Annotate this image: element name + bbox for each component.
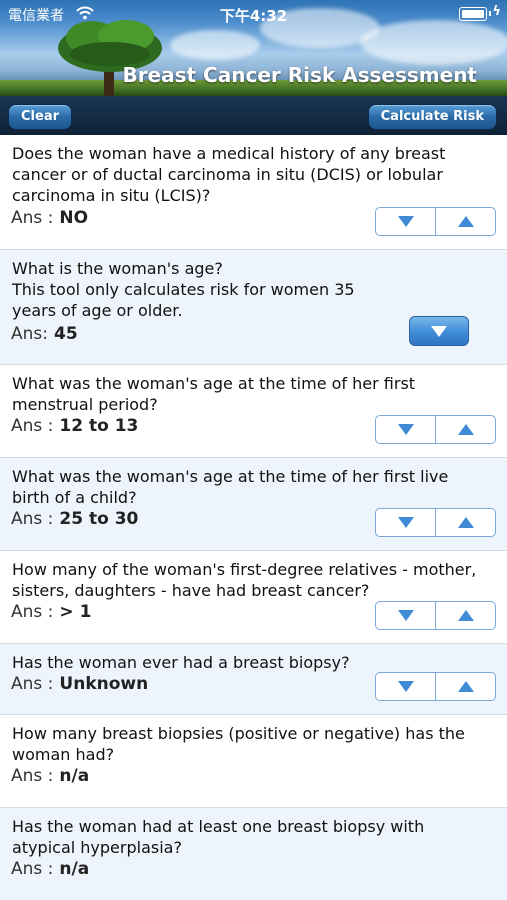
answer-label: Ans :: [11, 509, 54, 529]
answer-label: Ans:: [11, 324, 48, 344]
clear-button[interactable]: Clear: [8, 104, 72, 130]
triangle-down-icon: [431, 325, 447, 337]
question-text: What was the woman's age at the time of …: [12, 467, 449, 507]
increment-button[interactable]: [435, 509, 495, 536]
status-time: 下午4:32: [219, 7, 288, 25]
answer: Ans : > 1: [11, 602, 91, 622]
question-row-relatives: How many of the woman's first-degree rel…: [0, 551, 507, 644]
answer: Ans : n/a: [11, 766, 89, 786]
decrement-button[interactable]: [376, 602, 435, 629]
answer-label: Ans :: [11, 859, 54, 879]
increment-button[interactable]: [435, 673, 495, 700]
app-title: Breast Cancer Risk Assessment: [122, 63, 477, 87]
battery-tip: [489, 11, 491, 16]
triangle-down-icon: [397, 517, 414, 528]
answer-value: 45: [54, 324, 78, 344]
answer-value: 25 to 30: [59, 509, 139, 529]
triangle-down-icon: [397, 216, 414, 227]
decrement-button[interactable]: [376, 509, 435, 536]
decrement-button[interactable]: [376, 673, 435, 700]
answer-value: > 1: [59, 602, 92, 622]
question-text: How many of the woman's first-degree rel…: [12, 560, 477, 600]
answer-label: Ans :: [11, 416, 54, 436]
answer-value: n/a: [59, 766, 90, 786]
answer-stepper: [375, 601, 496, 630]
answer-stepper: [375, 207, 496, 236]
sky-cloud: [170, 30, 260, 60]
status-bar: 電信業者 下午4:32 ϟ: [0, 0, 507, 28]
answer-stepper: [375, 672, 496, 701]
answer: Ans : n/a: [11, 859, 89, 879]
charging-icon: ϟ: [492, 4, 501, 19]
increment-button[interactable]: [435, 602, 495, 629]
question-text: How many breast biopsies (positive or ne…: [12, 724, 465, 764]
answer-stepper: [375, 508, 496, 537]
question-row-biopsy-count: How many breast biopsies (positive or ne…: [0, 715, 507, 808]
question-text: Has the woman had at least one breast bi…: [12, 817, 425, 857]
question-text: What was the woman's age at the time of …: [12, 374, 416, 414]
calculate-risk-button[interactable]: Calculate Risk: [367, 104, 497, 130]
answer-value: n/a: [59, 859, 90, 879]
question-row-age: What is the woman's age? This tool only …: [0, 250, 507, 365]
decrement-button[interactable]: [376, 208, 435, 235]
answer-label: Ans :: [11, 602, 54, 622]
question-row-atypical-hyperplasia: Has the woman had at least one breast bi…: [0, 808, 507, 900]
answer-label: Ans :: [11, 674, 54, 694]
question-row-first-birth: What was the woman's age at the time of …: [0, 458, 507, 551]
answer: Ans :12 to 13: [11, 416, 138, 436]
increment-button[interactable]: [435, 416, 495, 443]
answer-value: Unknown: [59, 674, 149, 694]
app-header: 電信業者 下午4:32 ϟ Breast Cancer Risk Assessm…: [0, 0, 507, 135]
answer-value: 12 to 13: [59, 416, 139, 436]
increment-button[interactable]: [435, 208, 495, 235]
triangle-down-icon: [397, 424, 414, 435]
battery-icon: [459, 7, 487, 21]
triangle-up-icon: [457, 681, 474, 692]
triangle-down-icon: [397, 610, 414, 621]
triangle-up-icon: [457, 424, 474, 435]
triangle-down-icon: [397, 681, 414, 692]
triangle-up-icon: [457, 610, 474, 621]
triangle-up-icon: [457, 216, 474, 227]
answer-value: NO: [59, 208, 89, 228]
answer-stepper: [375, 415, 496, 444]
question-row-history: Does the woman have a medical history of…: [0, 135, 507, 250]
answer: Ans : NO: [11, 208, 88, 228]
answer: Ans: 45: [11, 324, 78, 344]
answer: Ans : Unknown: [11, 674, 148, 694]
age-picker-button[interactable]: [409, 316, 469, 346]
answer: Ans :25 to 30: [11, 509, 138, 529]
question-text: What is the woman's age? This tool only …: [12, 259, 355, 320]
question-row-menarche: What was the woman's age at the time of …: [0, 365, 507, 458]
answer-label: Ans :: [11, 766, 54, 786]
answer-label: Ans :: [11, 208, 54, 228]
question-text: Has the woman ever had a breast biopsy?: [12, 653, 350, 672]
question-row-biopsy: Has the woman ever had a breast biopsy? …: [0, 644, 507, 715]
triangle-up-icon: [457, 517, 474, 528]
question-text: Does the woman have a medical history of…: [12, 144, 446, 205]
decrement-button[interactable]: [376, 416, 435, 443]
